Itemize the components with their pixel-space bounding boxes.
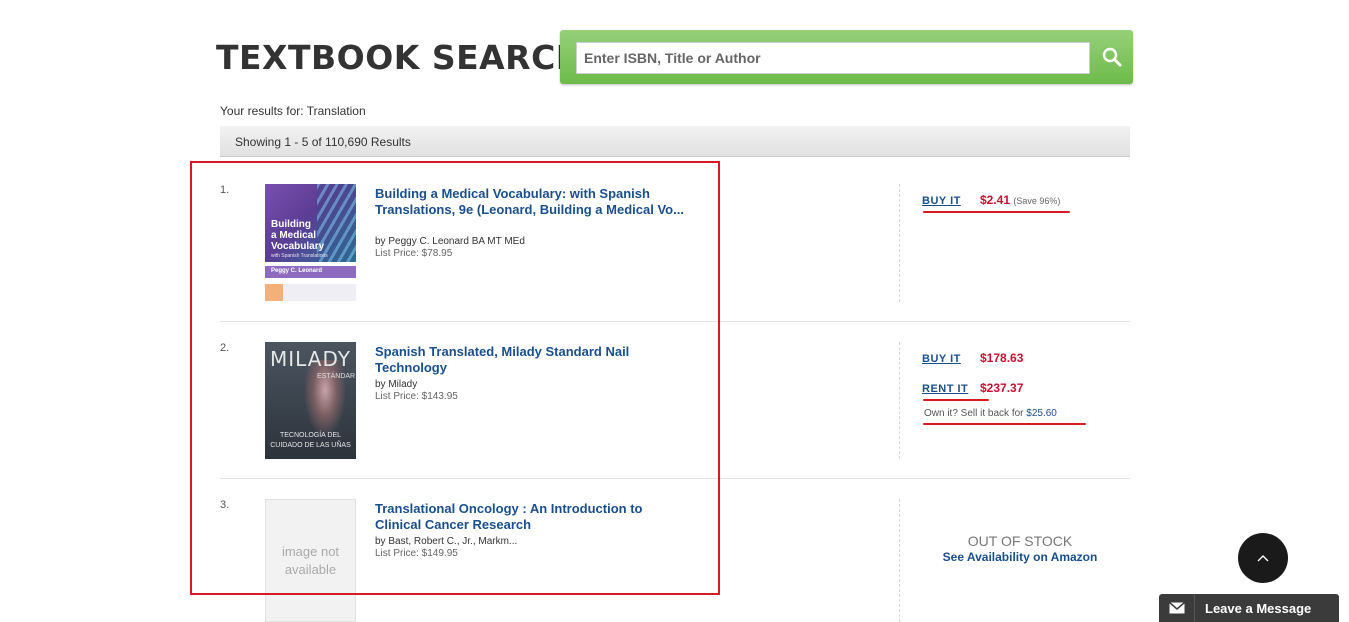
cover-brand: MILADY: [270, 347, 351, 371]
rent-it-button[interactable]: RENT IT: [922, 383, 968, 395]
row-divider: [220, 478, 1130, 479]
cover-title-line: Building: [271, 219, 311, 230]
book-title-link[interactable]: Spanish Translated, Milady Standard Nail…: [375, 344, 690, 376]
annotation-underline: [923, 211, 1070, 213]
placeholder-text: available: [284, 561, 337, 577]
results-count-bar: Showing 1 - 5 of 110,690 Results: [220, 126, 1130, 157]
result-index: 2.: [220, 342, 230, 354]
out-of-stock-label: OUT OF STOCK: [967, 533, 1073, 549]
result-item: 1. Building a Medical Vocabulary with Sp…: [220, 184, 1130, 322]
cover-edition: ESTÁNDAR: [317, 373, 356, 380]
book-cover-image[interactable]: Building a Medical Vocabulary with Spani…: [265, 184, 356, 301]
cover-title-line: Vocabulary: [271, 241, 325, 252]
book-cover-image[interactable]: MILADY ESTÁNDAR TECNOLOGÍA DEL CUIDADO D…: [265, 342, 356, 459]
page-title: TEXTBOOK SEARCH: [216, 38, 584, 77]
buy-it-button[interactable]: BUY IT: [922, 353, 961, 365]
chevron-up-icon: [1257, 555, 1269, 562]
book-title-link[interactable]: Building a Medical Vocabulary: with Span…: [375, 186, 690, 218]
result-item: 2. MILADY ESTÁNDAR TECNOLOGÍA DEL CUIDAD…: [220, 342, 1130, 479]
search-input[interactable]: [576, 42, 1090, 74]
buy-price: $2.41 (Save 96%): [980, 193, 1060, 207]
row-divider: [220, 321, 1130, 322]
scroll-to-top-button[interactable]: [1238, 533, 1288, 583]
book-author: by Bast, Robert C., Jr., Markm...: [375, 536, 518, 547]
cover-subtitle: with Spanish Translations: [271, 253, 328, 259]
save-percent: (Save 96%): [1013, 196, 1061, 206]
rent-price-value: $237.37: [980, 381, 1024, 395]
results-for: Your results for: Translation: [220, 104, 366, 118]
result-item: 3. image not available Translational Onc…: [220, 499, 1130, 622]
search-icon: [1102, 47, 1121, 67]
leave-message-label: Leave a Message: [1205, 600, 1312, 616]
cover-title-line: TECNOLOGÍA DEL: [279, 432, 342, 439]
cover-author: Peggy C. Leonard: [271, 268, 323, 274]
cover-title-line: a Medical: [271, 230, 317, 241]
book-cover-placeholder[interactable]: image not available: [265, 499, 356, 622]
envelope-icon: [1159, 594, 1195, 622]
buy-price-value: $2.41: [980, 193, 1011, 207]
result-index: 1.: [220, 184, 230, 196]
book-title-link[interactable]: Translational Oncology : An Introduction…: [375, 501, 690, 533]
book-list-price: List Price: $143.95: [375, 391, 458, 402]
column-divider: [899, 342, 900, 459]
results-for-label: Your results for:: [220, 104, 304, 118]
buy-it-button[interactable]: BUY IT: [922, 195, 961, 207]
book-author: by Peggy C. Leonard BA MT MEd: [375, 236, 525, 247]
sell-back-text: Own it? Sell it back for: [924, 408, 1024, 419]
search-bar: [560, 30, 1133, 84]
annotation-underline: [923, 399, 989, 401]
result-index: 3.: [220, 499, 230, 511]
buy-price-value: $178.63: [980, 351, 1024, 365]
cover-title-line: CUIDADO DE LAS UÑAS: [270, 442, 351, 449]
placeholder-text: image not: [281, 543, 340, 559]
column-divider: [899, 499, 900, 622]
annotation-underline: [923, 423, 1086, 425]
amazon-availability-link[interactable]: See Availability on Amazon: [920, 550, 1120, 564]
column-divider: [899, 184, 900, 302]
sell-back-price[interactable]: $25.60: [1026, 408, 1057, 419]
results-count: Showing 1 - 5 of 110,690 Results: [235, 135, 411, 149]
search-button[interactable]: [1090, 30, 1133, 84]
leave-message-button[interactable]: Leave a Message: [1159, 594, 1339, 622]
book-author: by Milady: [375, 379, 418, 390]
book-list-price: List Price: $149.95: [375, 548, 458, 559]
results-for-term: Translation: [306, 104, 366, 118]
sell-back-offer: Own it? Sell it back for $25.60: [924, 408, 1057, 419]
book-list-price: List Price: $78.95: [375, 248, 453, 259]
